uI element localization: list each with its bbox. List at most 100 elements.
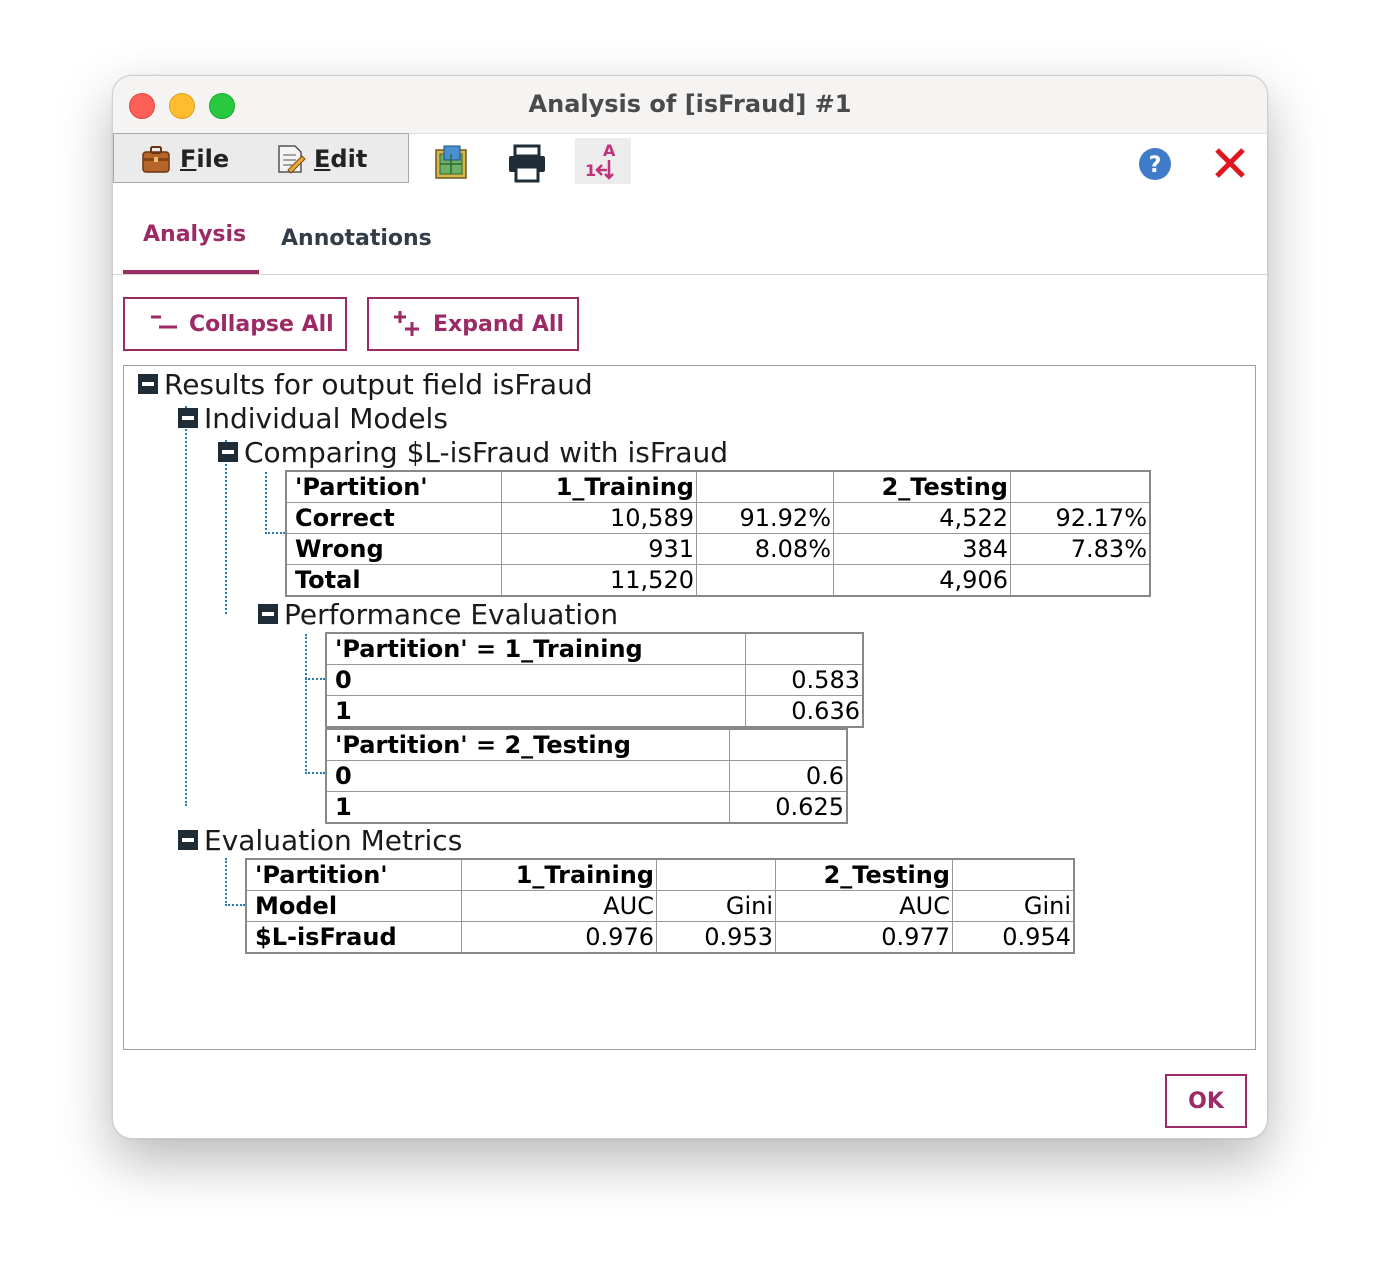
table-cell: 92.17%	[1010, 502, 1151, 534]
collapse-node-toggle[interactable]	[218, 442, 238, 462]
table-cell: 1	[325, 791, 730, 824]
tree-node-evaluation[interactable]: Evaluation Metrics	[204, 824, 462, 857]
evaluation-metrics-table: 'Partition' 1_Training 2_Testing Model A…	[245, 858, 1075, 954]
collapse-all-button[interactable]: Collapse All	[123, 297, 347, 351]
table-header-cell: 2_Testing	[833, 470, 1011, 503]
table-cell: 91.92%	[696, 502, 834, 534]
table-cell: Total	[285, 564, 502, 597]
table-cell: Gini	[656, 890, 776, 922]
tree-line	[265, 472, 267, 534]
table-header-cell	[696, 470, 834, 503]
table-row: 0 0.6	[325, 760, 848, 792]
tab-bar: Analysis Annotations	[113, 216, 1267, 275]
tree-line	[305, 772, 325, 774]
tree-node-root[interactable]: Results for output field isFraud	[164, 368, 593, 401]
collapse-node-toggle[interactable]	[258, 604, 278, 624]
edit-menu[interactable]: Edit	[274, 142, 367, 176]
table-header-cell	[729, 728, 848, 761]
tree-line	[265, 532, 285, 534]
table-cell: Wrong	[285, 533, 502, 565]
table-cell: 1	[325, 695, 746, 728]
table-cell: 10,589	[501, 502, 697, 534]
file-label: ile	[196, 145, 230, 173]
table-header-cell: 1_Training	[501, 470, 697, 503]
table-header-row: 'Partition' = 1_Training	[325, 632, 864, 665]
sort-icon[interactable]: A 1	[575, 138, 631, 184]
table-cell	[696, 564, 834, 597]
collapse-all-label: Collapse All	[189, 311, 334, 337]
table-cell: 0.625	[729, 791, 848, 824]
svg-text:1: 1	[585, 161, 596, 180]
tree-line	[225, 858, 227, 906]
expand-all-button[interactable]: Expand All	[367, 297, 579, 351]
table-row: Model AUC Gini AUC Gini	[245, 890, 1075, 922]
edit-accel: E	[314, 145, 331, 173]
table-cell: 0.954	[952, 921, 1075, 954]
collapse-icon	[151, 315, 177, 329]
table-cell: $L-isFraud	[245, 921, 462, 954]
table-cell: 931	[501, 533, 697, 565]
svg-text:?: ?	[1149, 153, 1162, 178]
tree-line	[225, 904, 245, 906]
table-cell: 8.08%	[696, 533, 834, 565]
table-cell: 0.636	[745, 695, 864, 728]
tree-node-comparing[interactable]: Comparing $L-isFraud with isFraud	[244, 436, 728, 469]
collapse-node-toggle[interactable]	[178, 408, 198, 428]
comparing-table: 'Partition' 1_Training 2_Testing Correct…	[285, 470, 1151, 597]
table-cell: 0.977	[775, 921, 953, 954]
table-row: Correct 10,589 91.92% 4,522 92.17%	[285, 502, 1151, 534]
table-row: 1 0.636	[325, 695, 864, 728]
table-header-cell	[1010, 470, 1151, 503]
active-tab-indicator	[123, 270, 259, 274]
perf-training-table: 'Partition' = 1_Training 0 0.583 1 0.636	[325, 632, 864, 728]
expand-all-label: Expand All	[433, 311, 564, 337]
menu-bar: File Edit	[113, 133, 409, 183]
svg-text:A: A	[603, 141, 616, 160]
collapse-node-toggle[interactable]	[178, 830, 198, 850]
table-header-cell: 2_Testing	[775, 858, 953, 891]
tab-annotations[interactable]: Annotations	[281, 226, 432, 251]
close-icon[interactable]	[1209, 142, 1253, 186]
analysis-window: Analysis of [isFraud] #1 File Edit A 1 ?…	[112, 75, 1268, 1139]
title-bar: Analysis of [isFraud] #1	[113, 76, 1267, 134]
tree-line	[305, 678, 325, 680]
table-row: $L-isFraud 0.976 0.953 0.977 0.954	[245, 921, 1075, 954]
tree-node-individual-models[interactable]: Individual Models	[204, 402, 448, 435]
table-header-cell	[745, 632, 864, 665]
tree-line	[185, 406, 187, 806]
table-header-cell	[952, 858, 1075, 891]
table-cell: 7.83%	[1010, 533, 1151, 565]
table-cell: 4,906	[833, 564, 1011, 597]
edit-document-icon	[278, 145, 306, 174]
table-header-row: 'Partition' = 2_Testing	[325, 728, 848, 761]
table-header-row: 'Partition' 1_Training 2_Testing	[285, 470, 1151, 503]
perf-testing-table: 'Partition' = 2_Testing 0 0.6 1 0.625	[325, 728, 848, 824]
edit-label: dit	[330, 145, 368, 173]
file-menu[interactable]: File	[140, 142, 229, 176]
table-cell: AUC	[775, 890, 953, 922]
tree-line	[305, 634, 307, 774]
collapse-node-toggle[interactable]	[138, 374, 158, 394]
ok-button[interactable]: OK	[1165, 1074, 1247, 1128]
table-header-cell: 'Partition' = 1_Training	[325, 632, 746, 665]
table-row: Wrong 931 8.08% 384 7.83%	[285, 533, 1151, 565]
table-row: 1 0.625	[325, 791, 848, 824]
table-cell: Correct	[285, 502, 502, 534]
table-cell: 0.6	[729, 760, 848, 792]
table-cell: 0.976	[461, 921, 657, 954]
tab-analysis[interactable]: Analysis	[143, 222, 246, 247]
print-icon[interactable]	[505, 142, 549, 186]
table-header-cell: 1_Training	[461, 858, 657, 891]
table-header-cell: 'Partition' = 2_Testing	[325, 728, 730, 761]
expand-icon	[394, 311, 419, 336]
table-cell: AUC	[461, 890, 657, 922]
briefcase-icon	[142, 146, 170, 173]
table-cell: 0	[325, 664, 746, 696]
table-header-cell	[656, 858, 776, 891]
file-accel: F	[180, 145, 197, 173]
tree-node-performance[interactable]: Performance Evaluation	[284, 598, 618, 631]
table-cell: Gini	[952, 890, 1075, 922]
export-icon[interactable]	[430, 142, 474, 186]
help-icon[interactable]: ?	[1133, 142, 1177, 186]
table-header-row: 'Partition' 1_Training 2_Testing	[245, 858, 1075, 891]
